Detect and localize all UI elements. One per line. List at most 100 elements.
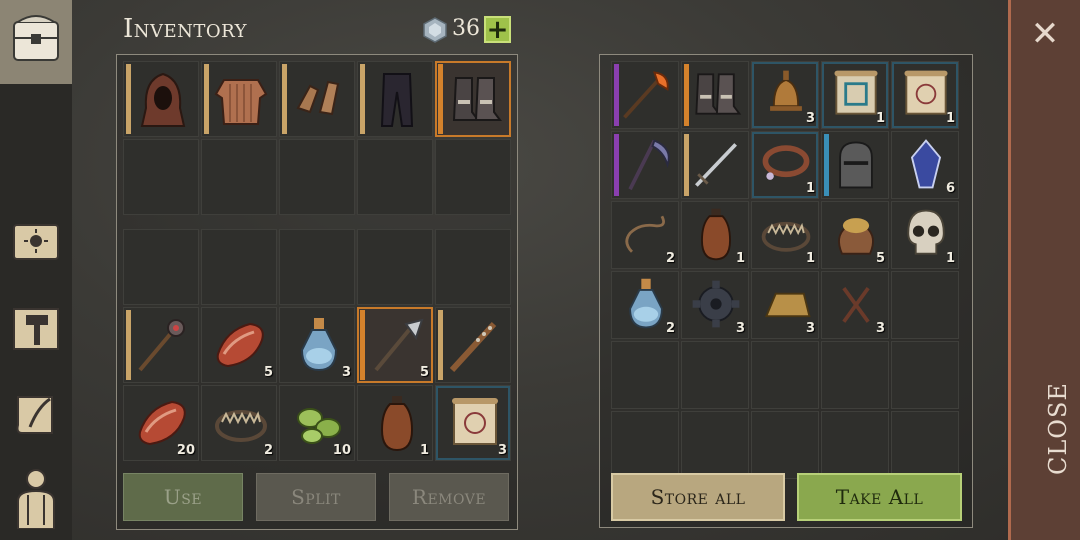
inventory-slot[interactable] — [201, 61, 277, 137]
inventory-slot[interactable]: 3 — [821, 271, 889, 339]
item-quantity: 2 — [665, 251, 675, 266]
inventory-slot[interactable]: 3 — [751, 61, 819, 129]
inventory-slot[interactable] — [123, 139, 199, 215]
inventory-slot[interactable] — [435, 307, 511, 383]
inventory-slot[interactable]: 1 — [891, 61, 959, 129]
inventory-slot[interactable]: 2 — [611, 201, 679, 269]
sword-icon — [695, 143, 737, 187]
inventory-slot[interactable]: 20 — [123, 385, 199, 461]
inventory-slot[interactable] — [123, 61, 199, 137]
inventory-slot[interactable]: 1 — [751, 201, 819, 269]
inventory-slot[interactable]: 3 — [435, 385, 511, 461]
item-quantity: 5 — [875, 251, 885, 266]
inventory-slot[interactable] — [751, 341, 819, 409]
tab-recipes[interactable] — [6, 384, 66, 446]
inventory-slot[interactable]: 1 — [357, 385, 433, 461]
inventory-slot[interactable] — [611, 411, 679, 479]
item-quantity: 1 — [805, 251, 815, 266]
potion-bottle-icon — [300, 318, 338, 372]
rarity-indicator — [438, 310, 443, 380]
inventory-title: Inventory — [123, 14, 248, 44]
tab-character[interactable] — [6, 466, 66, 529]
remove-button[interactable]: Remove — [389, 473, 509, 521]
inventory-slot[interactable] — [279, 61, 355, 137]
inventory-slot[interactable]: 1 — [891, 201, 959, 269]
bear-trap-icon — [215, 410, 267, 442]
inventory-slot[interactable] — [611, 341, 679, 409]
tab-chest[interactable] — [0, 0, 72, 84]
inventory-slot[interactable] — [891, 341, 959, 409]
inventory-slot[interactable] — [279, 229, 355, 305]
use-button[interactable]: Use — [123, 473, 243, 521]
item-quantity: 2 — [665, 321, 675, 336]
inventory-slot[interactable] — [681, 341, 749, 409]
item-quantity: 10 — [332, 443, 351, 458]
inventory-slot[interactable] — [821, 131, 889, 199]
item-quantity: 1 — [735, 251, 745, 266]
inventory-slot[interactable]: 6 — [891, 131, 959, 199]
spiked-mace-icon — [138, 319, 185, 372]
rarity-indicator — [360, 64, 365, 134]
item-quantity: 5 — [263, 365, 273, 380]
inventory-slot[interactable] — [201, 229, 277, 305]
boots-icon — [695, 73, 742, 115]
inventory-slot[interactable] — [435, 229, 511, 305]
rarity-indicator — [126, 64, 131, 134]
split-button[interactable]: Split — [256, 473, 376, 521]
inventory-slot[interactable] — [681, 131, 749, 199]
inventory-slot[interactable] — [357, 139, 433, 215]
tab-journal[interactable] — [6, 212, 66, 274]
quill-scroll-icon — [16, 396, 53, 434]
close-button-label[interactable]: CLOSE — [1044, 382, 1072, 475]
inventory-slot[interactable] — [123, 229, 199, 305]
spiked-club-icon — [449, 321, 497, 373]
inventory-slot[interactable] — [435, 139, 511, 215]
rarity-indicator — [204, 64, 209, 134]
scythe-icon — [628, 139, 670, 191]
equipment-grid — [123, 61, 511, 215]
inventory-slot[interactable] — [891, 411, 959, 479]
inventory-slot[interactable] — [611, 131, 679, 199]
inventory-slot[interactable]: 5 — [821, 201, 889, 269]
inventory-slot[interactable] — [681, 61, 749, 129]
inventory-slot[interactable] — [821, 411, 889, 479]
inventory-slot[interactable]: 3 — [279, 307, 355, 383]
inventory-slot[interactable] — [357, 229, 433, 305]
fire-axe-icon — [623, 71, 669, 119]
inventory-slot[interactable] — [123, 307, 199, 383]
inventory-slot[interactable] — [891, 271, 959, 339]
item-quantity: 3 — [341, 365, 351, 380]
inventory-slot[interactable]: 1 — [751, 131, 819, 199]
inventory-slot[interactable] — [279, 139, 355, 215]
item-quantity: 3 — [805, 111, 815, 126]
inventory-slot[interactable]: 2 — [201, 385, 277, 461]
inventory-slot[interactable]: 3 — [751, 271, 819, 339]
inventory-slot[interactable] — [821, 341, 889, 409]
inventory-slot[interactable] — [357, 61, 433, 137]
gem-icon — [423, 17, 447, 43]
inventory-slot[interactable]: 5 — [201, 307, 277, 383]
take-all-button[interactable]: Take All — [797, 473, 962, 521]
inventory-slot[interactable] — [201, 139, 277, 215]
rarity-indicator — [438, 64, 443, 134]
inventory-slot[interactable]: 3 — [681, 271, 749, 339]
hammer-icon — [13, 308, 59, 350]
inventory-slot[interactable]: 5 — [357, 307, 433, 383]
gem-count: 36 — [452, 16, 480, 41]
inventory-slot[interactable]: 1 — [821, 61, 889, 129]
inventory-slot[interactable] — [611, 61, 679, 129]
inventory-slot[interactable] — [751, 411, 819, 479]
store-all-button[interactable]: Store all — [611, 473, 785, 521]
add-gems-button[interactable]: + — [484, 16, 511, 43]
tab-crafting[interactable] — [6, 298, 66, 360]
inventory-slot[interactable] — [435, 61, 511, 137]
inventory-slot[interactable]: 1 — [681, 201, 749, 269]
inventory-slot[interactable]: 10 — [279, 385, 355, 461]
inventory-grid: 5 3 5 20 2 10 1 3 — [123, 229, 511, 461]
inventory-slot[interactable] — [681, 411, 749, 479]
leather-flask-icon — [380, 396, 414, 452]
close-icon[interactable]: ✕ — [1030, 17, 1060, 51]
item-quantity: 1 — [875, 111, 885, 126]
item-quantity: 3 — [875, 321, 885, 336]
inventory-slot[interactable]: 2 — [611, 271, 679, 339]
